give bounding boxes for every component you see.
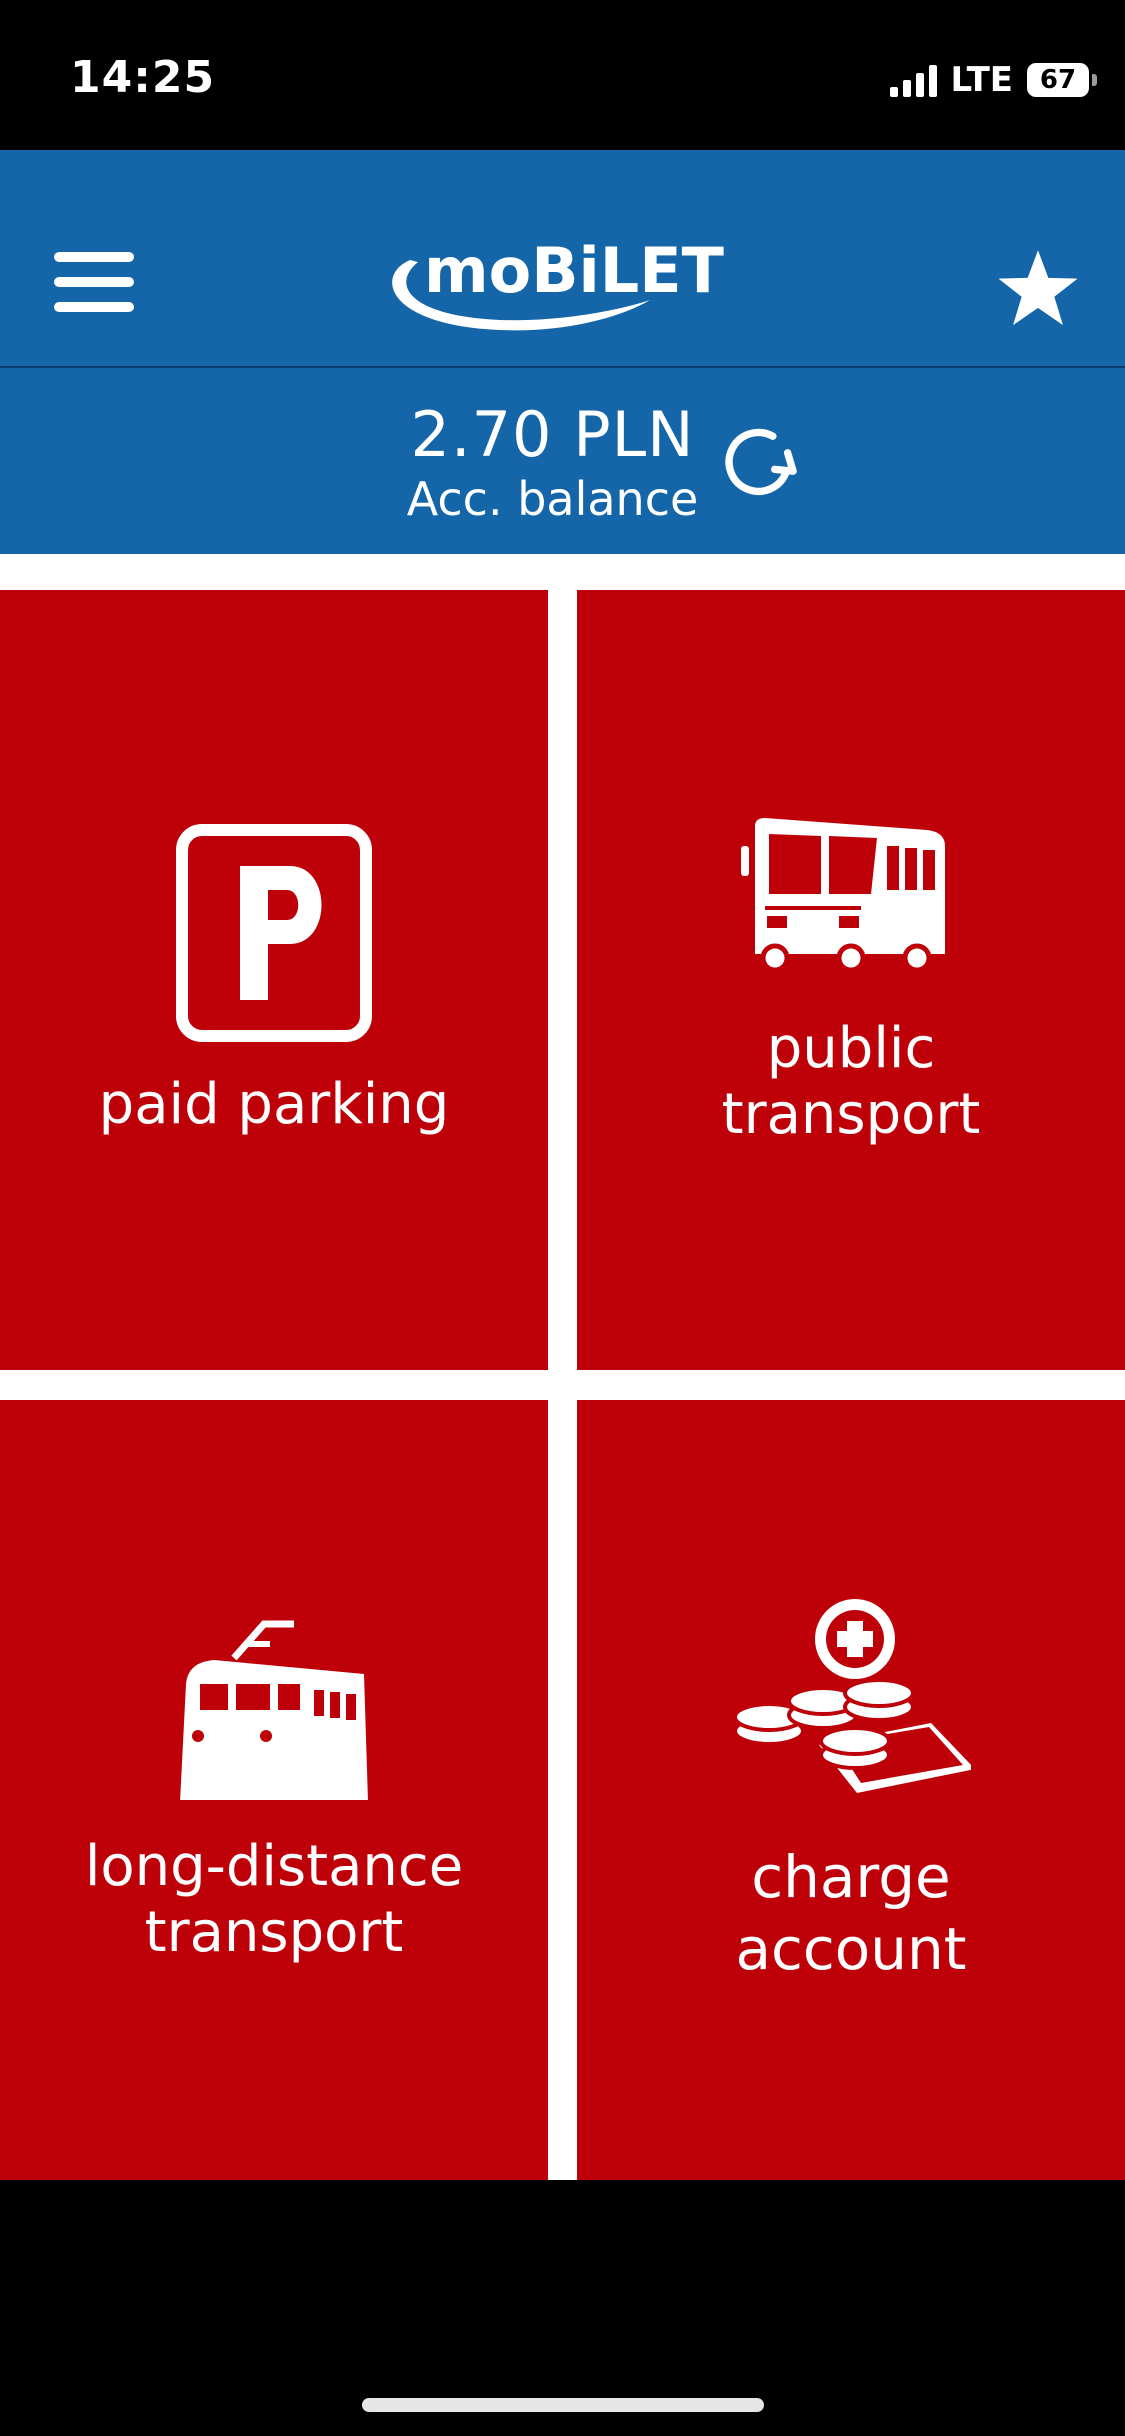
mobilet-logo: moBiLET [392, 234, 724, 331]
logo-text: moBiLET [424, 234, 724, 307]
tile-paid-parking[interactable]: paid parking [0, 590, 548, 1370]
parking-icon [176, 824, 372, 1042]
coins-plus-icon [733, 1599, 971, 1793]
menu-icon [54, 252, 134, 262]
refresh-icon[interactable] [714, 416, 806, 508]
tile-label: public transport [721, 1016, 981, 1147]
network-type: LTE [950, 60, 1013, 100]
app-header: moBiLET [0, 150, 1125, 368]
tile-charge-account[interactable]: charge account [577, 1400, 1125, 2180]
status-bar: 14:25 LTE 67 [0, 0, 1125, 150]
battery-icon: 67 [1027, 63, 1097, 97]
home-indicator[interactable] [362, 2398, 764, 2412]
services-grid: paid parking public transport long-dista… [0, 554, 1125, 2180]
status-indicators: LTE 67 [889, 60, 1097, 100]
balance-bar: 2.70 PLN Acc. balance [0, 368, 1125, 554]
tile-public-transport[interactable]: public transport [577, 590, 1125, 1370]
balance-amount: 2.70 PLN [410, 398, 695, 471]
tile-label: charge account [735, 1843, 967, 1983]
train-icon [180, 1620, 368, 1806]
bottom-area [0, 2180, 1125, 2436]
favorites-star-icon[interactable] [995, 246, 1081, 332]
balance-label: Acc. balance [406, 472, 699, 526]
tile-label: paid parking [98, 1072, 450, 1137]
status-time: 14:25 [70, 52, 216, 103]
tile-long-distance-transport[interactable]: long-distance transport [0, 1400, 548, 2180]
bus-icon [741, 818, 945, 972]
signal-icon [889, 63, 937, 97]
menu-button[interactable] [52, 250, 136, 314]
tile-label: long-distance transport [84, 1834, 464, 1965]
